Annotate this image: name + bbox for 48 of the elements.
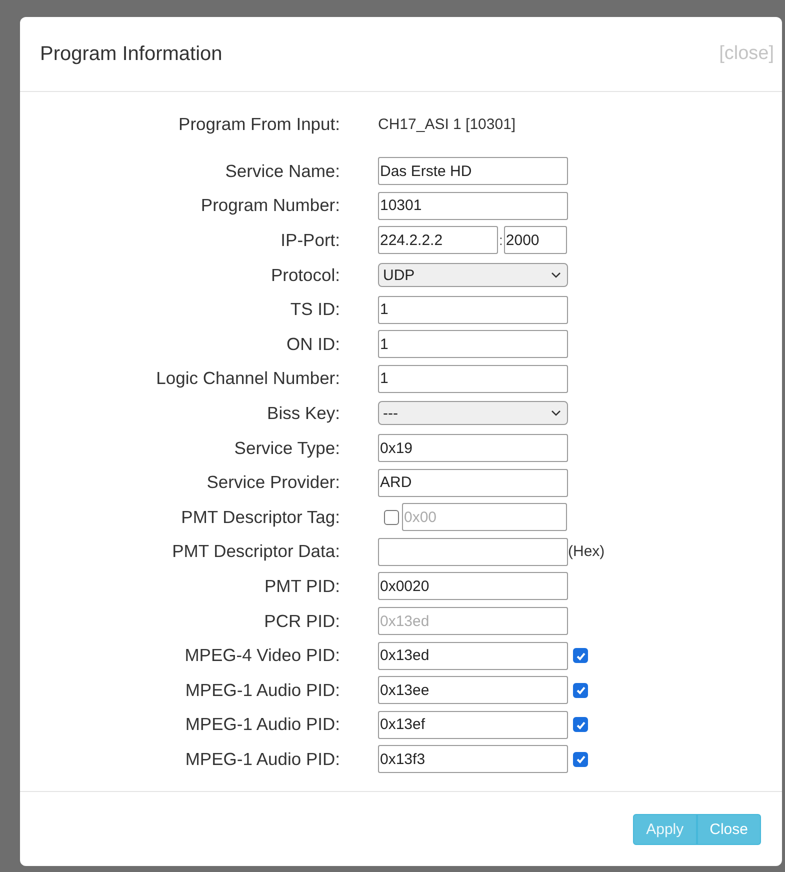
- field-label: PMT PID:: [263, 576, 341, 597]
- input-field[interactable]: 0x19: [378, 434, 568, 462]
- field-label: ON ID:: [286, 334, 341, 355]
- field-label: PCR PID:: [263, 610, 341, 632]
- field-label: Program From Input:: [178, 114, 341, 134]
- input-field[interactable]: Das Erste HD: [378, 157, 568, 186]
- input-field[interactable]: [378, 538, 568, 566]
- field-label: MPEG-1 Audio PID:: [184, 680, 341, 701]
- input-field[interactable]: 0x13ed: [378, 642, 568, 670]
- field-label: MPEG-4 Video PID:: [184, 645, 341, 666]
- input-field[interactable]: 1: [378, 330, 568, 358]
- field-label: Program Number:: [200, 195, 341, 216]
- checkbox[interactable]: [573, 648, 588, 664]
- chevron-down-icon: [551, 272, 561, 278]
- field-label: MPEG-1 Audio PID:: [184, 748, 341, 770]
- field-label: Biss Key:: [266, 402, 341, 424]
- input-field[interactable]: 10301: [378, 192, 568, 220]
- field-label: PMT Descriptor Tag:: [180, 506, 341, 528]
- port-separator: :: [499, 232, 503, 248]
- checkbox[interactable]: [573, 752, 588, 767]
- check-icon: [574, 753, 586, 766]
- dialog-title: Program Information: [40, 42, 222, 66]
- input-field[interactable]: 0x0020: [378, 572, 568, 600]
- input-field[interactable]: 0x13f3: [378, 745, 568, 774]
- check-icon: [574, 684, 586, 696]
- ip-address-field[interactable]: 224.2.2.2: [378, 226, 498, 254]
- port-field[interactable]: 2000: [504, 226, 567, 254]
- dropdown[interactable]: UDP: [378, 263, 568, 288]
- hex-unit-label: (Hex): [568, 543, 605, 560]
- field-label: PMT Descriptor Data:: [171, 541, 341, 562]
- input-field[interactable]: 1: [378, 296, 568, 324]
- field-label: Logic Channel Number:: [155, 368, 341, 390]
- checkbox[interactable]: [573, 717, 588, 732]
- checkbox[interactable]: [573, 682, 588, 698]
- input-field[interactable]: 0x13ee: [378, 676, 568, 704]
- input-field[interactable]: 1: [378, 364, 568, 393]
- input-field[interactable]: ARD: [378, 468, 568, 497]
- field-label: IP-Port:: [280, 230, 341, 251]
- field-label: Service Name:: [224, 160, 341, 182]
- field-label: MPEG-1 Audio PID:: [184, 714, 341, 736]
- field-label: TS ID:: [289, 299, 341, 320]
- dropdown[interactable]: ---: [378, 401, 568, 426]
- field-label: Protocol:: [270, 264, 341, 286]
- input-field[interactable]: 0x13ef: [378, 710, 568, 739]
- field-label: Service Provider:: [206, 472, 341, 494]
- field-value: CH17_ASI 1 [10301]: [378, 116, 516, 132]
- chevron-down-icon: [551, 410, 561, 416]
- field-label: Service Type:: [233, 438, 341, 459]
